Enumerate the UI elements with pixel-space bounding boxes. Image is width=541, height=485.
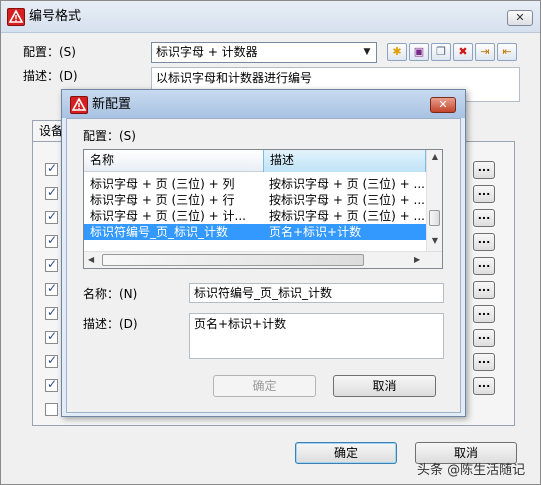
list-item[interactable]: 标识字母 + 页 (三位) + 行 按标识字母 + 页 (三位) + ...: [84, 192, 426, 208]
config-select[interactable]: 标识字母 + 计数器 ▼: [151, 42, 377, 63]
save-icon[interactable]: ▣: [409, 43, 429, 61]
browse-button[interactable]: ...: [473, 233, 495, 251]
scroll-down-icon[interactable]: ▼: [427, 236, 443, 245]
item-name: 标识字母 + 页 (三位) + 计...: [90, 209, 246, 223]
title-bar[interactable]: [1, 1, 540, 33]
item-desc: 按标识字母 + 页 (三位) + ...: [269, 193, 424, 207]
ok-button[interactable]: 确定: [295, 442, 397, 464]
desc-label: 描述：(D): [23, 69, 78, 83]
item-desc: 页名+标识+计数: [269, 225, 362, 239]
dialog-title: 新配置: [92, 97, 132, 112]
delete-icon[interactable]: ✖: [453, 43, 473, 61]
app-warning-icon: [70, 96, 88, 114]
dialog-body: 配置：(S) 名称 描述 标识字母 + 页 (三位) + 列 按标识字母 + 页…: [66, 118, 461, 413]
new-config-dialog: 新配置 ✕ 配置：(S) 名称 描述 标识字母 + 页 (三位) + 列 按标识…: [61, 89, 466, 417]
list-item[interactable]: 标识字母 + 页 (三位) + 计... 按标识字母 + 页 (三位) + ..…: [84, 208, 426, 224]
vertical-scrollbar[interactable]: ▲ ▼: [426, 150, 442, 251]
close-button[interactable]: ✕: [507, 10, 533, 26]
item-desc: 按标识字母 + 页 (三位) + ...: [269, 209, 424, 223]
config-label: 配置：(S): [83, 129, 136, 143]
watermark: 头条 @陈生活随记: [417, 463, 526, 478]
dialog-title: 编号格式: [29, 9, 82, 24]
list-header: 名称 描述: [84, 150, 426, 172]
item-desc: 按标识字母 + 页 (三位) + ...: [269, 177, 424, 191]
item-name: 标识字母 + 页 (三位) + 列: [90, 177, 235, 191]
row-checkbox[interactable]: [45, 281, 58, 296]
row-checkbox[interactable]: [45, 329, 58, 344]
row-checkbox[interactable]: [45, 353, 58, 368]
ok-button[interactable]: 确定: [213, 375, 316, 397]
name-field[interactable]: 标识符编号_页_标识_计数: [189, 283, 444, 303]
import-icon[interactable]: ⇥: [475, 43, 495, 61]
item-name: 标识符编号_页_标识_计数: [90, 225, 229, 239]
name-label: 名称：(N): [83, 287, 138, 301]
config-select-value: 标识字母 + 计数器: [156, 45, 258, 59]
browse-button[interactable]: ...: [473, 353, 495, 371]
close-button[interactable]: ✕: [430, 97, 456, 113]
scroll-right-icon[interactable]: ▶: [414, 255, 420, 264]
new-icon[interactable]: ✱: [387, 43, 407, 61]
row-checkbox[interactable]: [45, 257, 58, 272]
browse-button[interactable]: ...: [473, 209, 495, 227]
column-header-name[interactable]: 名称: [84, 150, 263, 172]
column-header-desc[interactable]: 描述: [263, 150, 426, 172]
row-checkbox[interactable]: [45, 403, 58, 416]
browse-button[interactable]: ...: [473, 281, 495, 299]
row-checkbox[interactable]: [45, 305, 58, 320]
browse-button[interactable]: ...: [473, 257, 495, 275]
row-checkbox[interactable]: [45, 209, 58, 224]
chevron-down-icon[interactable]: ▼: [360, 44, 374, 61]
scroll-left-icon[interactable]: ◀: [88, 255, 94, 264]
row-checkbox[interactable]: [45, 233, 58, 248]
browse-button[interactable]: ...: [473, 377, 495, 395]
scroll-thumb[interactable]: [102, 254, 364, 266]
browse-button[interactable]: ...: [473, 161, 495, 179]
row-checkbox[interactable]: [45, 185, 58, 200]
browse-button[interactable]: ...: [473, 329, 495, 347]
desc-field[interactable]: 页名+标识+计数: [189, 313, 444, 359]
export-icon[interactable]: ⇤: [497, 43, 517, 61]
list-item[interactable]: 标识字母 + 页 (三位) + 列 按标识字母 + 页 (三位) + ...: [84, 176, 426, 192]
copy-icon[interactable]: ❐: [431, 43, 451, 61]
row-checkbox[interactable]: [45, 161, 58, 176]
browse-button[interactable]: ...: [473, 305, 495, 323]
config-list[interactable]: 名称 描述 标识字母 + 页 (三位) + 列 按标识字母 + 页 (三位) +…: [83, 149, 443, 269]
scroll-thumb[interactable]: [429, 210, 440, 226]
cancel-button[interactable]: 取消: [333, 375, 436, 397]
browse-button[interactable]: ...: [473, 185, 495, 203]
row-checkbox[interactable]: [45, 377, 58, 392]
config-label: 配置：(S): [23, 45, 76, 59]
desc-label: 描述：(D): [83, 317, 138, 331]
item-name: 标识字母 + 页 (三位) + 行: [90, 193, 235, 207]
scroll-up-icon[interactable]: ▲: [427, 152, 443, 161]
list-item-selected[interactable]: 标识符编号_页_标识_计数 页名+标识+计数: [84, 224, 426, 240]
horizontal-scrollbar[interactable]: ◀ ▶: [84, 251, 442, 268]
app-warning-icon: [7, 8, 25, 26]
